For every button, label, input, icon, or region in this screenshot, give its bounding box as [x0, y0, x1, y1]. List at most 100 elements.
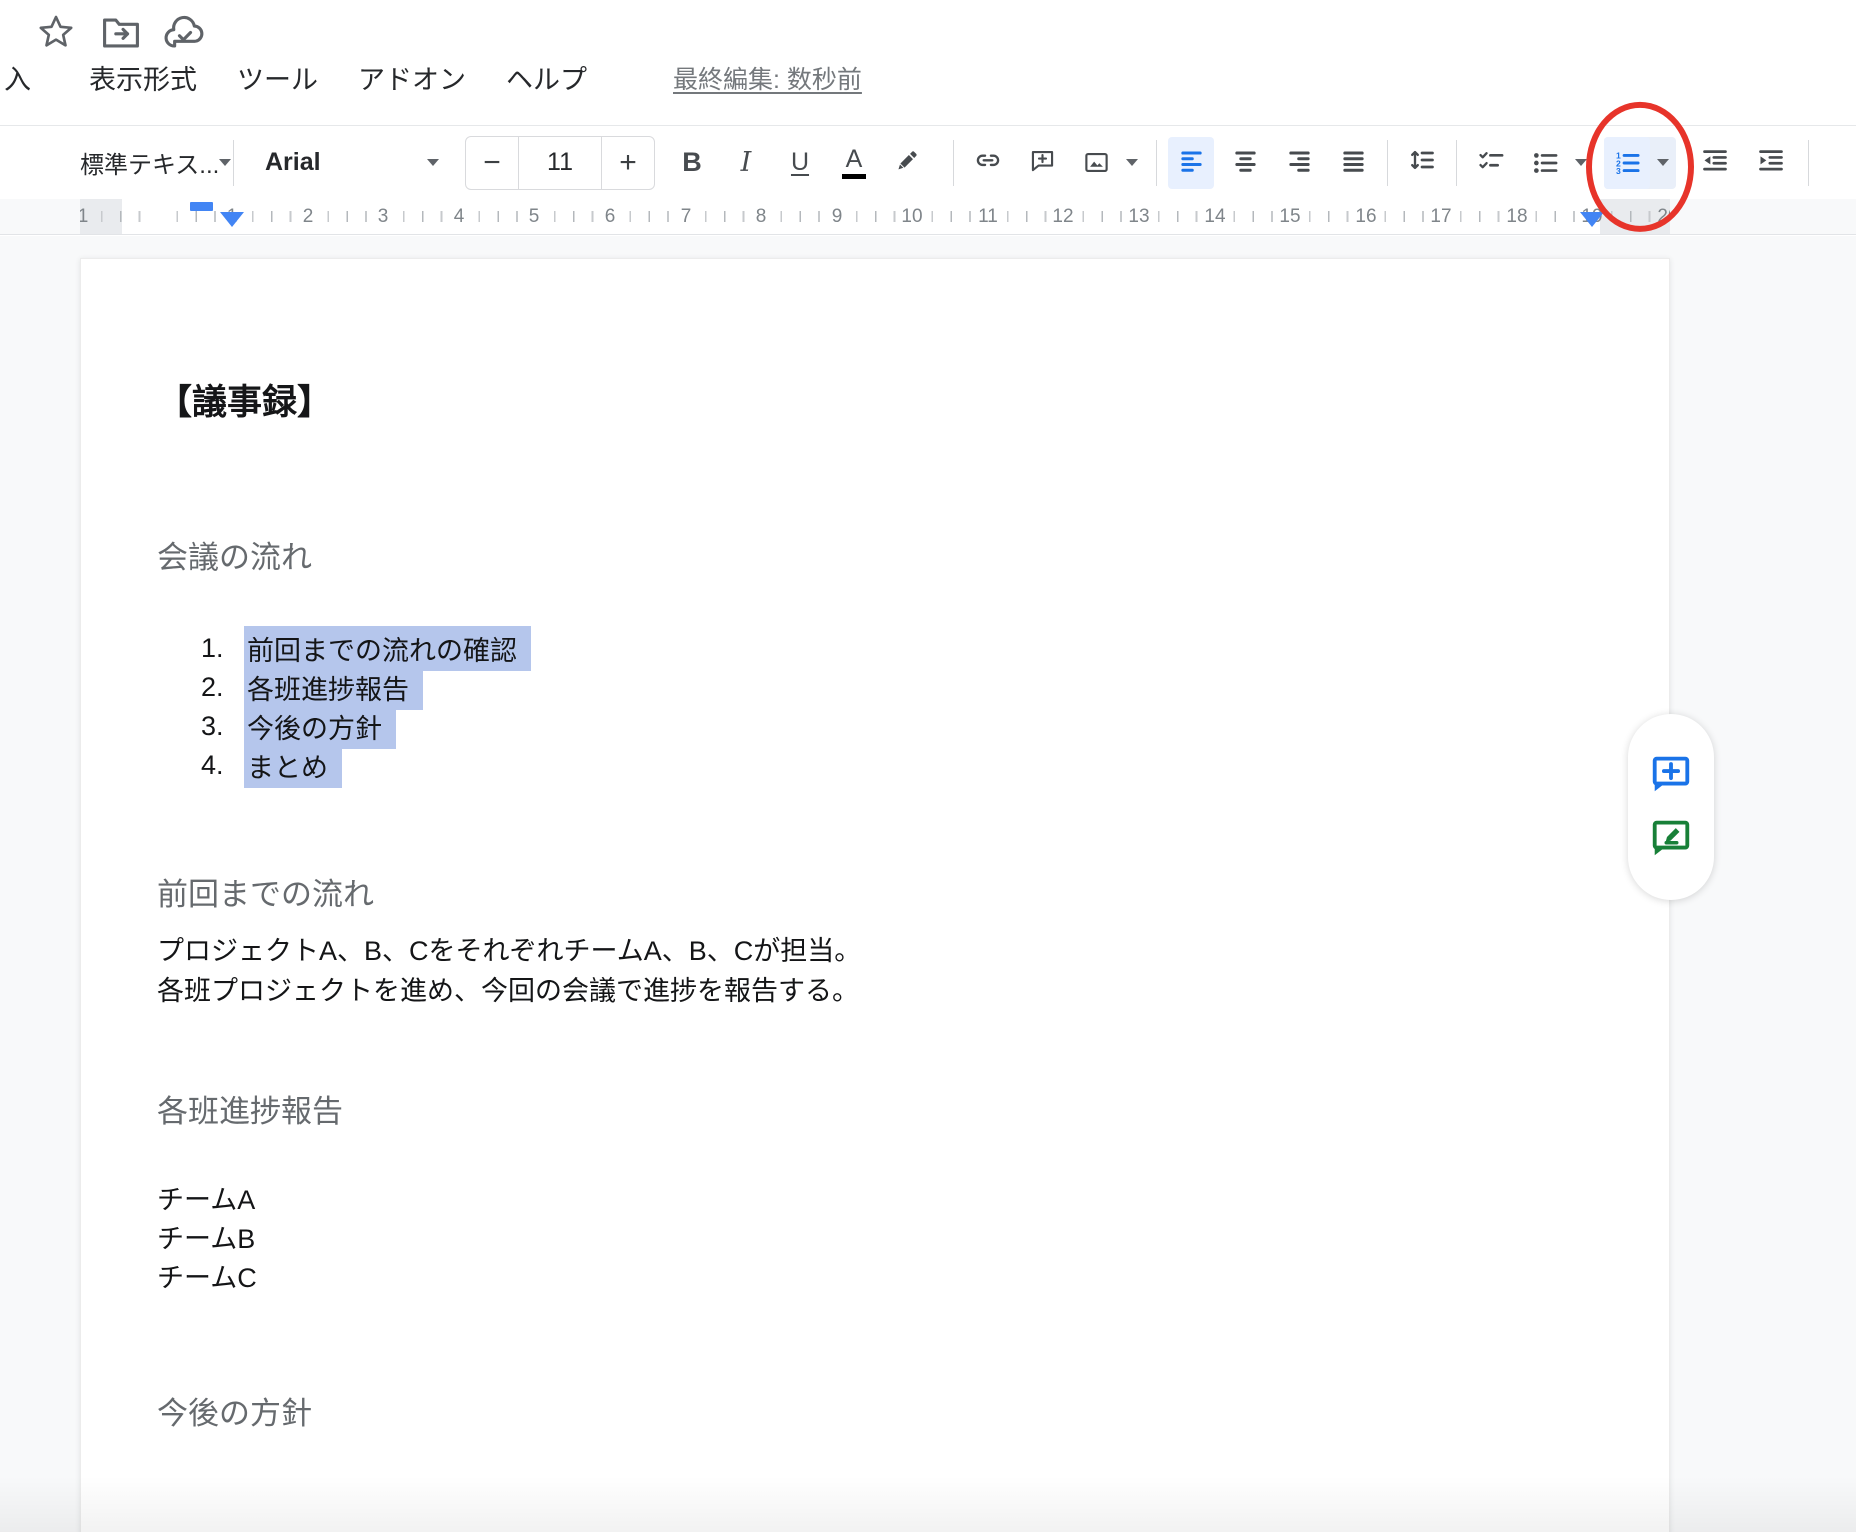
underline-icon: U — [791, 148, 809, 177]
right-indent-marker[interactable] — [1580, 212, 1604, 227]
list-item[interactable]: 4. まとめ — [201, 746, 531, 785]
selected-text: まとめ — [244, 743, 342, 788]
list-number: 3. — [201, 711, 247, 742]
insert-link-button[interactable] — [965, 137, 1011, 189]
ruler-label: 7 — [681, 199, 692, 234]
floating-action-pill — [1628, 714, 1714, 900]
numbered-list: 1. 前回までの流れの確認 2. 各班進捗報告 3. 今後の方針 4. まとめ — [201, 629, 531, 785]
insert-image-button[interactable] — [1073, 137, 1145, 189]
toolbar-divider — [953, 140, 954, 186]
align-justify-button[interactable] — [1330, 137, 1376, 189]
add-comment-button[interactable] — [1019, 137, 1065, 189]
list-number: 2. — [201, 672, 247, 703]
ruler-label: 1 — [80, 199, 88, 234]
toolbar-divider — [1808, 140, 1809, 186]
decrease-font-size-button[interactable]: − — [466, 137, 518, 189]
last-edit-link[interactable]: 最終編集: 数秒前 — [673, 60, 862, 100]
bulleted-list-icon — [1522, 137, 1568, 189]
left-indent-marker[interactable] — [190, 202, 213, 211]
list-number: 4. — [201, 750, 247, 781]
image-icon — [1073, 137, 1119, 189]
ruler-label: 15 — [1279, 199, 1300, 234]
list-item[interactable]: 1. 前回までの流れの確認 — [201, 629, 531, 668]
menu-item-insert-partial[interactable]: 入 — [4, 60, 31, 100]
highlight-color-button[interactable] — [885, 137, 931, 189]
cloud-saved-icon[interactable] — [162, 14, 208, 52]
align-left-button[interactable] — [1168, 137, 1214, 189]
italic-button[interactable]: I — [723, 137, 769, 189]
paragraph-style-dropdown[interactable]: 標準テキス... — [74, 137, 222, 189]
menu-item-format[interactable]: 表示形式 — [89, 60, 197, 100]
add-comment-floating-button[interactable] — [1648, 752, 1694, 798]
list-item[interactable]: 3. 今後の方針 — [201, 707, 531, 746]
document-page[interactable]: 【議事録】 会議の流れ 1. 前回までの流れの確認 2. 各班進捗報告 3. 今… — [80, 258, 1670, 1532]
chevron-down-icon — [219, 159, 231, 166]
chevron-down-icon — [1568, 159, 1594, 166]
indent-increase-button[interactable] — [1748, 137, 1794, 189]
heading-meeting-flow[interactable]: 会議の流れ — [157, 535, 312, 581]
heading-previous-flow[interactable]: 前回までの流れ — [157, 872, 374, 918]
ruler-label: 16 — [1355, 199, 1376, 234]
menu-item-tools[interactable]: ツール — [237, 60, 318, 100]
list-number: 1. — [201, 633, 247, 664]
menu-item-help[interactable]: ヘルプ — [506, 60, 587, 100]
chevron-down-icon — [1650, 159, 1676, 166]
align-right-icon — [1286, 147, 1313, 179]
toolbar-divider — [1156, 140, 1157, 186]
link-icon — [974, 146, 1002, 179]
menu-bar: 入 表示形式 ツール アドオン ヘルプ 最終編集: 数秒前 — [0, 60, 1856, 126]
list-item[interactable]: 2. 各班進捗報告 — [201, 668, 531, 707]
comment-add-icon — [1648, 750, 1694, 801]
ruler-label: 20 — [1657, 199, 1670, 234]
body-paragraph[interactable]: プロジェクトA、B、CをそれぞれチームA、B、Cが担当。 各班プロジェクトを進め… — [157, 931, 861, 1011]
document-title-text[interactable]: 【議事録】 — [157, 377, 332, 429]
align-center-icon — [1232, 147, 1259, 179]
text-color-button[interactable]: A — [831, 137, 877, 189]
line-spacing-button[interactable] — [1399, 137, 1445, 189]
bold-button[interactable]: B — [669, 137, 715, 189]
heading-progress-report[interactable]: 各班進捗報告 — [157, 1089, 343, 1135]
bold-icon: B — [682, 147, 702, 178]
team-line: チームA — [157, 1181, 257, 1220]
align-center-button[interactable] — [1222, 137, 1268, 189]
checklist-button[interactable] — [1468, 137, 1514, 189]
menu-item-addons[interactable]: アドオン — [358, 60, 466, 100]
font-family-dropdown[interactable]: Arial — [255, 137, 451, 189]
comment-add-icon — [1029, 147, 1056, 179]
move-folder-icon[interactable] — [100, 14, 142, 52]
team-line: チームB — [157, 1220, 257, 1259]
first-line-indent-marker[interactable] — [220, 212, 244, 227]
font-size-value[interactable]: 11 — [518, 137, 602, 189]
text-color-icon: A — [842, 146, 866, 179]
chevron-down-icon — [427, 159, 439, 166]
team-list[interactable]: チームA チームB チームC — [157, 1181, 257, 1298]
ruler-label: 14 — [1204, 199, 1225, 234]
numbered-list-button[interactable]: 1 2 3 — [1604, 137, 1676, 189]
ruler-label: 13 — [1128, 199, 1149, 234]
team-line: チームC — [157, 1259, 257, 1298]
italic-icon: I — [741, 147, 752, 178]
align-right-button[interactable] — [1276, 137, 1322, 189]
ruler-label: 4 — [454, 199, 465, 234]
font-size-control: − 11 + — [465, 136, 655, 190]
underline-button[interactable]: U — [777, 137, 823, 189]
numbered-list-icon: 1 2 3 — [1604, 137, 1650, 189]
indent-increase-icon — [1757, 146, 1785, 179]
font-family-value: Arial — [265, 148, 321, 177]
document-canvas: 【議事録】 会議の流れ 1. 前回までの流れの確認 2. 各班進捗報告 3. 今… — [0, 236, 1856, 1532]
heading-future-policy[interactable]: 今後の方針 — [157, 1391, 312, 1437]
bulleted-list-button[interactable] — [1522, 137, 1594, 189]
suggest-edits-floating-button[interactable] — [1648, 816, 1694, 862]
ruler-label: 10 — [901, 199, 922, 234]
align-left-icon — [1178, 147, 1205, 179]
toolbar-divider — [1456, 140, 1457, 186]
ruler-label: 17 — [1430, 199, 1451, 234]
line-spacing-icon — [1408, 146, 1436, 179]
highlighter-icon — [895, 147, 921, 178]
checklist-icon — [1477, 146, 1505, 179]
star-icon[interactable] — [36, 12, 76, 52]
suggest-edit-icon — [1648, 814, 1694, 865]
increase-font-size-button[interactable]: + — [602, 137, 654, 189]
indent-decrease-button[interactable] — [1692, 137, 1738, 189]
ruler-label: 6 — [605, 199, 616, 234]
